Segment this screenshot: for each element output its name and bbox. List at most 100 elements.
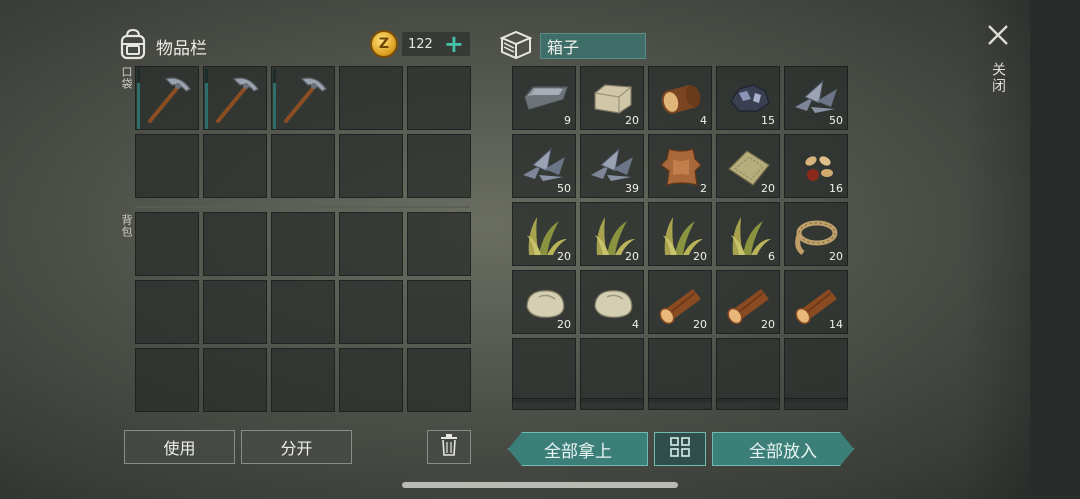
- item-quantity: 50: [557, 182, 571, 195]
- box-slot[interactable]: 39: [580, 134, 644, 198]
- close-label: 关闭: [990, 62, 1006, 94]
- item-quantity: 20: [829, 250, 843, 263]
- backpack-slot[interactable]: [135, 280, 199, 344]
- box-name-field[interactable]: 箱子: [540, 33, 646, 59]
- screen-edge: [1030, 0, 1080, 499]
- box-slot[interactable]: [716, 338, 780, 402]
- box-slot[interactable]: 15: [716, 66, 780, 130]
- grid-sort-icon: [670, 437, 690, 461]
- box-grid-overflow-row: [512, 398, 848, 410]
- pocket-slot[interactable]: [407, 66, 471, 130]
- take-all-button[interactable]: 全部拿上: [508, 432, 648, 466]
- box-slot[interactable]: 2: [648, 134, 712, 198]
- backpack-slot[interactable]: [339, 280, 403, 344]
- backpack-slot[interactable]: [271, 348, 335, 412]
- box-slot[interactable]: 20: [512, 202, 576, 266]
- box-slot[interactable]: [784, 398, 848, 410]
- pocket-label: 口袋: [120, 66, 133, 90]
- box-slot[interactable]: [512, 398, 576, 410]
- box-slot[interactable]: 4: [580, 270, 644, 334]
- box-slot[interactable]: [580, 398, 644, 410]
- box-slot[interactable]: [648, 398, 712, 410]
- item-quantity: 14: [829, 318, 843, 331]
- backpack-slot[interactable]: [407, 280, 471, 344]
- item-quantity: 20: [761, 182, 775, 195]
- item-quantity: 20: [761, 318, 775, 331]
- backpack-slot[interactable]: [407, 348, 471, 412]
- item-quantity: 50: [829, 114, 843, 127]
- durability-bar-empty: [137, 69, 140, 83]
- close-button[interactable]: [983, 20, 1013, 50]
- box-slot[interactable]: 14: [784, 270, 848, 334]
- backpack-slot[interactable]: [339, 212, 403, 276]
- coin-amount: 122: [408, 36, 433, 52]
- trash-button[interactable]: [427, 430, 471, 464]
- box-slot[interactable]: [580, 338, 644, 402]
- pocket-slot[interactable]: [135, 134, 199, 198]
- home-indicator[interactable]: [402, 482, 678, 488]
- box-icon: [498, 28, 534, 64]
- item-quantity: 4: [632, 318, 639, 331]
- item-quantity: 4: [700, 114, 707, 127]
- add-coins-button[interactable]: +: [444, 32, 464, 56]
- backpack-slot[interactable]: [203, 280, 267, 344]
- pocket-slot[interactable]: [407, 134, 471, 198]
- item-quantity: 9: [564, 114, 571, 127]
- item-quantity: 20: [557, 250, 571, 263]
- item-quantity: 16: [829, 182, 843, 195]
- box-slot[interactable]: 9: [512, 66, 576, 130]
- item-quantity: 39: [625, 182, 639, 195]
- pocket-slot[interactable]: [339, 134, 403, 198]
- box-slot[interactable]: 20: [512, 270, 576, 334]
- coin-bar: 122 +: [402, 32, 470, 56]
- backpack-icon: [118, 28, 148, 64]
- backpack-slot[interactable]: [339, 348, 403, 412]
- box-slot[interactable]: 20: [784, 202, 848, 266]
- box-slot[interactable]: 20: [580, 202, 644, 266]
- pocket-slot[interactable]: [271, 134, 335, 198]
- backpack-slot[interactable]: [271, 212, 335, 276]
- backpack-slot[interactable]: [203, 212, 267, 276]
- section-divider: [136, 206, 470, 208]
- box-slot[interactable]: 50: [512, 134, 576, 198]
- box-slot[interactable]: 20: [716, 270, 780, 334]
- item-quantity: 15: [761, 114, 775, 127]
- pocket-slot[interactable]: [203, 66, 267, 130]
- box-slot[interactable]: 6: [716, 202, 780, 266]
- box-slot[interactable]: [648, 338, 712, 402]
- inventory-header: 物品栏: [118, 28, 207, 64]
- box-slot[interactable]: 20: [648, 202, 712, 266]
- item-quantity: 20: [693, 250, 707, 263]
- backpack-slot[interactable]: [135, 348, 199, 412]
- item-quantity: 2: [700, 182, 707, 195]
- backpack-slot[interactable]: [135, 212, 199, 276]
- backpack-label: 背包: [120, 214, 133, 238]
- durability-bar-empty: [273, 69, 276, 83]
- backpack-slot[interactable]: [271, 280, 335, 344]
- box-slot[interactable]: [716, 398, 780, 410]
- pocket-slot[interactable]: [339, 66, 403, 130]
- item-quantity: 20: [693, 318, 707, 331]
- pocket-slot[interactable]: [135, 66, 199, 130]
- item-quantity: 20: [625, 114, 639, 127]
- item-quantity: 20: [557, 318, 571, 331]
- box-slot[interactable]: 20: [580, 66, 644, 130]
- split-button[interactable]: 分开: [241, 430, 352, 464]
- box-slot[interactable]: 16: [784, 134, 848, 198]
- backpack-slot[interactable]: [407, 212, 471, 276]
- item-quantity: 20: [625, 250, 639, 263]
- use-button[interactable]: 使用: [124, 430, 235, 464]
- pocket-slot[interactable]: [271, 66, 335, 130]
- box-slot[interactable]: 50: [784, 66, 848, 130]
- box-slot[interactable]: 4: [648, 66, 712, 130]
- box-slot[interactable]: [512, 338, 576, 402]
- box-slot[interactable]: [784, 338, 848, 402]
- coin-counter: Z 122 +: [370, 30, 470, 58]
- sort-button[interactable]: [654, 432, 706, 466]
- box-slot[interactable]: 20: [716, 134, 780, 198]
- trash-icon: [440, 434, 458, 460]
- box-slot[interactable]: 20: [648, 270, 712, 334]
- put-all-button[interactable]: 全部放入: [712, 432, 854, 466]
- backpack-slot[interactable]: [203, 348, 267, 412]
- pocket-slot[interactable]: [203, 134, 267, 198]
